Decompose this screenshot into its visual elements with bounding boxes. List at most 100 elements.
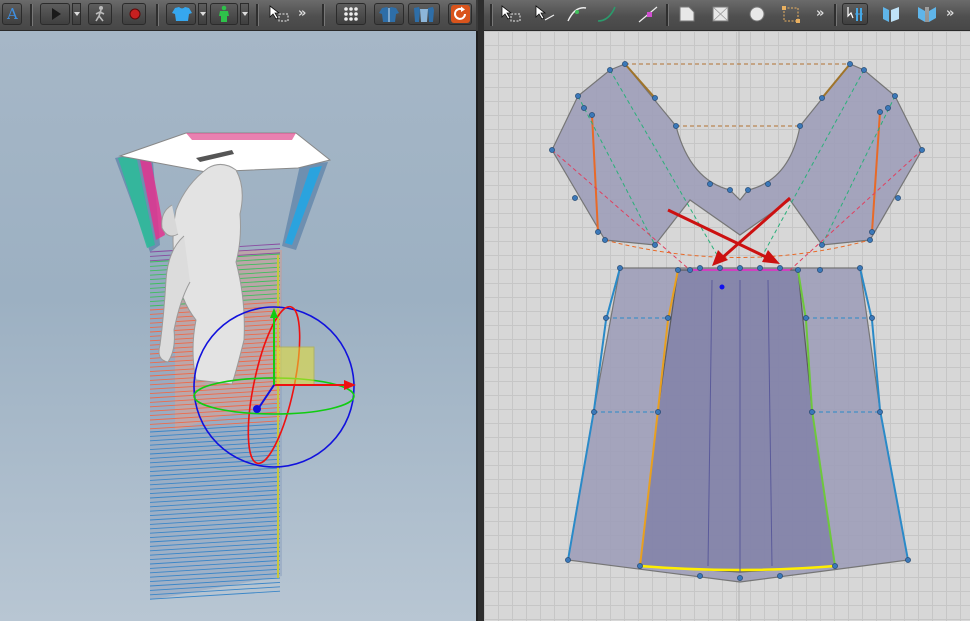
pattern-point[interactable] <box>589 112 595 118</box>
fold-angle-button[interactable] <box>914 3 938 25</box>
app-menu-button[interactable]: A <box>2 3 22 25</box>
select-arrow-icon <box>269 5 289 22</box>
pattern-point[interactable] <box>895 195 901 201</box>
more-tools-chevron[interactable]: » <box>946 6 955 21</box>
pattern-point[interactable] <box>737 575 743 581</box>
pattern-point[interactable] <box>575 93 581 99</box>
pattern-point[interactable] <box>803 315 809 321</box>
rectangle-tool-button[interactable] <box>708 3 732 25</box>
select-move-button[interactable] <box>266 3 290 25</box>
transform-arrow-icon <box>501 5 521 22</box>
pattern-point[interactable] <box>697 573 703 579</box>
avatar-display-dropdown[interactable] <box>240 3 249 25</box>
toolbar-separator <box>834 4 837 26</box>
pattern-point[interactable] <box>892 93 898 99</box>
pattern-point[interactable] <box>832 563 838 569</box>
pattern-point[interactable] <box>637 563 643 569</box>
pattern-point[interactable] <box>809 409 815 415</box>
segment-sewing-button[interactable] <box>842 3 868 25</box>
add-point-icon <box>638 6 658 23</box>
pattern-point[interactable] <box>727 187 733 193</box>
toolbar-separator <box>30 4 33 26</box>
walk-animation-button[interactable] <box>88 3 112 25</box>
pattern-point[interactable] <box>857 265 863 271</box>
gizmo-plane-handle[interactable] <box>275 346 315 386</box>
pattern-point[interactable] <box>869 315 875 321</box>
reset-view-button[interactable] <box>448 3 472 25</box>
circle-tool-button[interactable] <box>744 3 768 25</box>
pattern-point[interactable] <box>795 267 801 273</box>
pattern-point[interactable] <box>665 315 671 321</box>
garment-view-button[interactable] <box>374 3 404 25</box>
pattern-point[interactable] <box>717 265 723 271</box>
arrangement-points-button[interactable] <box>336 3 366 25</box>
avatar-pair-icon <box>414 7 434 22</box>
pattern-point[interactable] <box>673 123 679 129</box>
more-tools-chevron[interactable]: » <box>298 6 307 21</box>
pattern-point[interactable] <box>861 67 867 73</box>
pattern-point[interactable] <box>905 557 911 563</box>
fold-icon <box>883 7 899 22</box>
pattern-point[interactable] <box>591 409 597 415</box>
pattern-point[interactable] <box>607 67 613 73</box>
avatar-view-button[interactable] <box>408 3 440 25</box>
play-options-dropdown[interactable] <box>72 3 81 25</box>
garment-front-icon <box>379 7 399 22</box>
add-point-button[interactable] <box>636 3 660 25</box>
pattern-point[interactable] <box>797 123 803 129</box>
pattern-point[interactable] <box>622 61 628 67</box>
pattern-point[interactable] <box>737 265 743 271</box>
rectangle-icon <box>712 6 729 22</box>
pattern-point[interactable] <box>602 237 608 243</box>
pattern-point[interactable] <box>869 229 875 235</box>
avatar-icon <box>219 5 229 22</box>
pattern-point[interactable] <box>745 187 751 193</box>
pattern-point[interactable] <box>652 95 658 101</box>
edit-pattern-button[interactable] <box>532 3 556 25</box>
pattern-point[interactable] <box>572 195 578 201</box>
pattern-point[interactable] <box>877 409 883 415</box>
show-avatar-button[interactable] <box>210 3 238 25</box>
pattern-point[interactable] <box>819 242 825 248</box>
garment-display-dropdown[interactable] <box>198 3 207 25</box>
pattern-point[interactable] <box>581 105 587 111</box>
pattern-point[interactable] <box>652 242 658 248</box>
show-garment-button[interactable] <box>166 3 196 25</box>
pattern-point[interactable] <box>847 61 853 67</box>
pattern-point[interactable] <box>877 109 883 115</box>
more-tools-chevron[interactable]: » <box>816 6 825 21</box>
pattern-point[interactable] <box>885 105 891 111</box>
pattern-point[interactable] <box>777 573 783 579</box>
pattern-point[interactable] <box>675 267 681 273</box>
annotation-arrowhead <box>712 250 728 266</box>
edit-curve-point-button[interactable] <box>594 3 618 25</box>
pattern-point[interactable] <box>697 265 703 271</box>
pattern-point[interactable] <box>549 147 555 153</box>
pattern-point[interactable] <box>595 229 601 235</box>
play-simulation-button[interactable] <box>40 3 70 25</box>
viewport-2d-pattern[interactable] <box>484 31 970 621</box>
pattern-point[interactable] <box>817 267 823 273</box>
pattern-point[interactable] <box>919 147 925 153</box>
pattern-point[interactable] <box>565 557 571 563</box>
pattern-point[interactable] <box>819 95 825 101</box>
pattern-point[interactable] <box>777 265 783 271</box>
pattern-point[interactable] <box>757 265 763 271</box>
transform-pattern-button[interactable] <box>498 3 522 25</box>
pattern-point[interactable] <box>655 409 661 415</box>
pattern-point[interactable] <box>617 265 623 271</box>
pattern-point[interactable] <box>687 267 693 273</box>
polygon-tool-button[interactable] <box>674 3 698 25</box>
viewport-3d[interactable] <box>0 31 478 621</box>
edit-curvature-button[interactable] <box>564 3 588 25</box>
pattern-point[interactable] <box>765 181 771 187</box>
polygon-icon <box>679 6 695 22</box>
internal-rectangle-button[interactable] <box>778 3 802 25</box>
pattern-point[interactable] <box>707 181 713 187</box>
pattern-point[interactable] <box>867 237 873 243</box>
selected-point-marker[interactable] <box>719 284 725 290</box>
gizmo-center-handle[interactable] <box>253 405 261 413</box>
pattern-point[interactable] <box>603 315 609 321</box>
fold-arrangement-button[interactable] <box>878 3 902 25</box>
record-button[interactable] <box>122 3 146 25</box>
